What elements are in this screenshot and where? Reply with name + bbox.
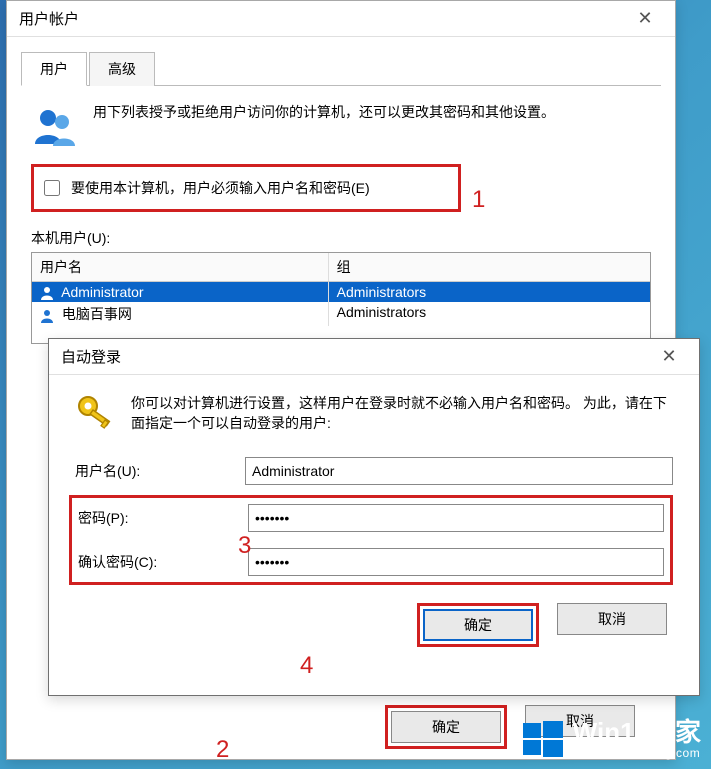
cell-name: Administrator — [61, 284, 143, 300]
annotation-3: 3 — [238, 532, 251, 560]
user-list-label: 本机用户(U): — [31, 228, 651, 248]
ok-button[interactable]: 确定 — [391, 711, 501, 743]
col-header-group[interactable]: 组 — [329, 253, 650, 281]
intro-text: 用下列表授予或拒绝用户访问你的计算机，还可以更改其密码和其他设置。 — [93, 102, 555, 150]
auto-login-dialog: 自动登录 ✕ 你可以对计算机进行设置，这样用户在登录时就不必输入用户名和密码。 … — [48, 338, 700, 696]
require-login-checkbox[interactable] — [44, 180, 60, 196]
close-icon[interactable]: ✕ — [623, 4, 667, 34]
confirm-password-label: 确认密码(C): — [78, 552, 248, 572]
cancel-button[interactable]: 取消 — [557, 603, 667, 635]
tab-users[interactable]: 用户 — [21, 52, 87, 86]
cell-group: Administrators — [329, 302, 650, 326]
users-icon — [31, 102, 79, 150]
user-list[interactable]: 用户名 组 Administrator Administrators 电脑百事网… — [31, 252, 651, 344]
annotation-2: 2 — [216, 736, 229, 764]
username-label: 用户名(U): — [75, 461, 245, 481]
annotation-1: 1 — [472, 186, 485, 214]
key-icon — [75, 393, 117, 435]
password-block: 密码(P): 确认密码(C): — [69, 495, 673, 585]
tab-advanced[interactable]: 高级 — [89, 52, 155, 86]
titlebar[interactable]: 自动登录 ✕ — [49, 339, 699, 375]
username-row: 用户名(U): — [75, 457, 673, 485]
close-icon[interactable]: ✕ — [647, 342, 691, 372]
watermark: Win10之家 www.win10xitong.com — [521, 717, 701, 761]
ok-button[interactable]: 确定 — [423, 609, 533, 641]
dialog-title: 自动登录 — [61, 346, 121, 367]
dialog-title: 用户帐户 — [19, 8, 79, 29]
titlebar[interactable]: 用户帐户 ✕ — [7, 1, 675, 37]
windows-logo-icon — [521, 717, 565, 761]
table-row[interactable]: Administrator Administrators — [32, 282, 650, 302]
user-list-header[interactable]: 用户名 组 — [32, 253, 650, 282]
password-label: 密码(P): — [78, 508, 248, 528]
tab-strip: 用户 高级 — [21, 51, 661, 86]
table-row[interactable]: 电脑百事网 Administrators — [32, 302, 650, 326]
watermark-url: www.win10xitong.com — [573, 747, 701, 760]
auto-login-body: 你可以对计算机进行设置，这样用户在登录时就不必输入用户名和密码。 为此，请在下面… — [49, 375, 699, 665]
username-input[interactable] — [245, 457, 673, 485]
confirm-password-input[interactable] — [248, 548, 664, 576]
user-icon — [40, 286, 54, 300]
require-login-checkbox-row[interactable]: 要使用本计算机，用户必须输入用户名和密码(E) — [31, 164, 461, 212]
cell-group: Administrators — [329, 282, 650, 302]
watermark-brand: Win10之家 — [573, 718, 701, 747]
cell-name: 电脑百事网 — [62, 306, 132, 322]
password-input[interactable] — [248, 504, 664, 532]
col-header-name[interactable]: 用户名 — [32, 253, 329, 281]
annotation-4: 4 — [300, 652, 313, 680]
checkbox-label: 要使用本计算机，用户必须输入用户名和密码(E) — [71, 178, 370, 198]
auto-intro-text: 你可以对计算机进行设置，这样用户在登录时就不必输入用户名和密码。 为此，请在下面… — [131, 393, 673, 435]
auto-button-row: 确定 取消 — [75, 603, 673, 647]
user-icon — [40, 309, 54, 323]
tab-panel-users: 用下列表授予或拒绝用户访问你的计算机，还可以更改其密码和其他设置。 要使用本计算… — [7, 86, 675, 360]
